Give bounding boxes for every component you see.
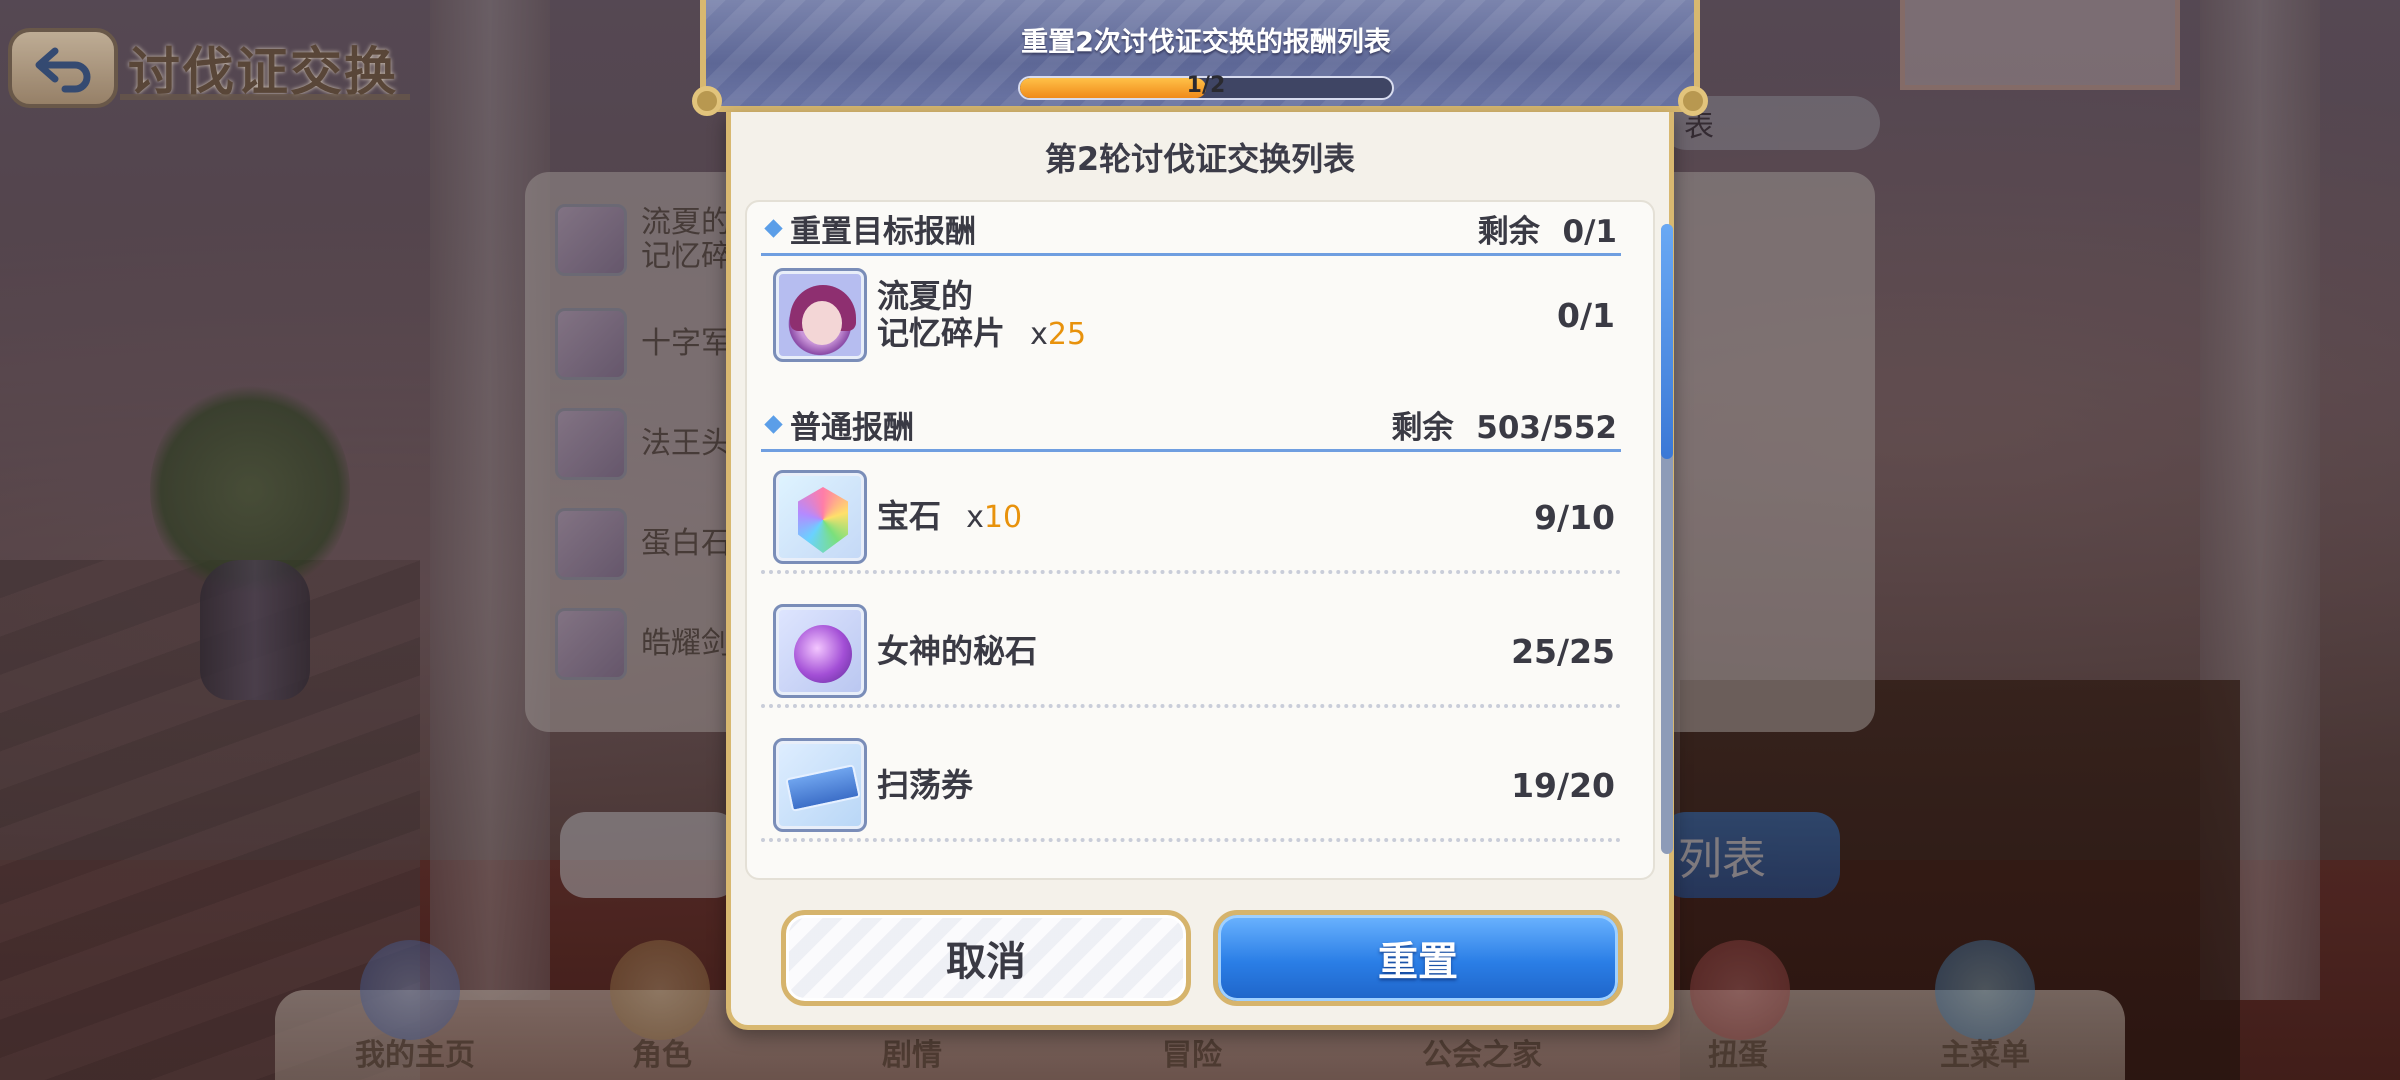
- section-title: 重置目标报酬: [790, 214, 976, 250]
- gem-icon[interactable]: [773, 470, 867, 564]
- goddess-stone-icon[interactable]: [773, 604, 867, 698]
- section-title: 普通报酬: [790, 410, 914, 446]
- reward-name: 女神的秘石: [877, 631, 1038, 670]
- reward-row: 流夏的 记忆碎片 x25 0/1: [761, 260, 1621, 370]
- title-underline: [120, 94, 410, 100]
- header-ornament: [1678, 86, 1708, 116]
- reward-count: 19/20: [1511, 765, 1615, 805]
- reward-name-line1: 宝石: [877, 497, 942, 536]
- reset-reward-dialog: 重置2次讨伐证交换的报酬列表 1/2 第2轮讨伐证交换列表 重置目标报酬 剩余 …: [692, 0, 1708, 1030]
- diamond-bullet-icon: [764, 415, 783, 434]
- remaining-value: 0/1: [1562, 214, 1617, 250]
- qty-number: 25: [1047, 316, 1087, 352]
- section-header-reset-target: 重置目标报酬 剩余 0/1: [761, 204, 1621, 256]
- header-ornament: [692, 86, 722, 116]
- cancel-button[interactable]: 取消: [781, 910, 1191, 1006]
- dialog-header: 重置2次讨伐证交换的报酬列表 1/2: [692, 0, 1708, 116]
- sweep-ticket-icon[interactable]: [773, 738, 867, 832]
- round-progress-label: 1/2: [1186, 73, 1226, 98]
- reward-name: 流夏的 记忆碎片 x25: [877, 278, 1557, 352]
- reward-qty: x25: [1030, 317, 1086, 352]
- reward-row: 扫荡券 19/20: [761, 732, 1621, 842]
- list-scrollbar-thumb[interactable]: [1661, 224, 1673, 459]
- reward-list[interactable]: 重置目标报酬 剩余 0/1 流夏的 记忆碎片 x25 0/1 普通报酬 剩余 5…: [745, 200, 1655, 880]
- dialog-body: 第2轮讨伐证交换列表 重置目标报酬 剩余 0/1 流夏的 记忆碎片 x25 0/…: [726, 112, 1674, 1030]
- remaining-label: 剩余: [1477, 214, 1540, 250]
- reward-name-line2: 记忆碎片: [877, 313, 1006, 352]
- back-arrow-icon: [35, 47, 91, 93]
- remaining-value: 503/552: [1476, 410, 1617, 446]
- reset-button[interactable]: 重置: [1213, 910, 1623, 1006]
- reward-count: 0/1: [1557, 295, 1615, 335]
- reward-count: 25/25: [1511, 631, 1615, 671]
- back-button[interactable]: [8, 28, 118, 108]
- memory-fragment-icon[interactable]: [773, 268, 867, 362]
- remaining-label: 剩余: [1391, 410, 1454, 446]
- qty-prefix: x: [1030, 316, 1048, 352]
- diamond-bullet-icon: [764, 219, 783, 238]
- dialog-title: 重置2次讨伐证交换的报酬列表: [1021, 27, 1391, 58]
- reward-row: 女神的秘石 25/25: [761, 598, 1621, 708]
- reward-name: 宝石 x10: [877, 498, 1534, 536]
- reward-row: 宝石 x10 9/10: [761, 464, 1621, 574]
- section-header-normal: 普通报酬 剩余 503/552: [761, 400, 1621, 452]
- reward-count: 9/10: [1534, 497, 1615, 537]
- qty-prefix: x: [966, 500, 984, 536]
- qty-number: 10: [983, 500, 1023, 536]
- reward-name: 扫荡券: [877, 765, 974, 804]
- dialog-subtitle: 第2轮讨伐证交换列表: [1044, 140, 1356, 178]
- reward-name-line1: 流夏的: [877, 276, 974, 315]
- reward-qty: x10: [966, 500, 1023, 536]
